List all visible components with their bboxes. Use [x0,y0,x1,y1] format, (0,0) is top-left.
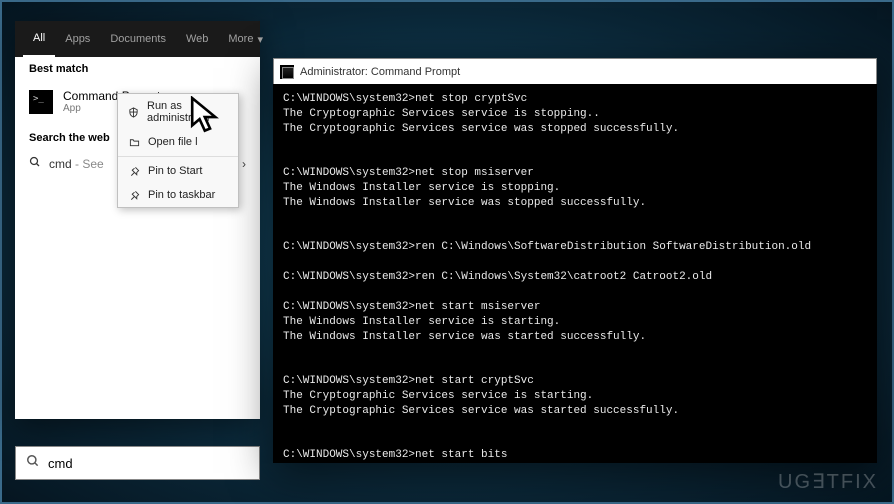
watermark: UG∃TFIX [778,469,878,494]
tab-web[interactable]: Web [176,21,218,57]
tab-more[interactable]: More ▾ [218,21,273,57]
folder-icon [128,137,140,148]
title-bar[interactable]: Administrator: Command Prompt [273,58,877,84]
ctx-label: Pin to taskbar [148,189,215,201]
start-search-panel: All Apps Documents Web More ▾ Best match… [15,21,260,419]
tab-all[interactable]: All [23,21,55,57]
ctx-pin-to-taskbar[interactable]: Pin to taskbar [118,183,238,207]
search-icon [29,156,41,171]
chevron-right-icon: › [242,157,246,171]
pin-icon [128,166,140,177]
command-prompt-window: Administrator: Command Prompt C:\WINDOWS… [273,58,877,463]
window-title: Administrator: Command Prompt [300,66,460,78]
pin-icon [128,190,140,201]
search-input[interactable] [48,456,249,471]
web-query: cmd [49,157,72,171]
command-prompt-icon [29,90,53,114]
ctx-label: Pin to Start [148,165,202,177]
chevron-down-icon: ▾ [257,33,263,46]
separator [118,156,238,157]
search-tabs: All Apps Documents Web More ▾ [15,21,260,57]
best-match-label: Best match [15,57,260,81]
cmd-icon [280,65,294,79]
tab-documents[interactable]: Documents [100,21,176,57]
web-suffix: - See [75,157,104,171]
panel-spacer [15,179,260,419]
ctx-pin-to-start[interactable]: Pin to Start [118,159,238,183]
shield-icon [128,107,139,118]
terminal-output[interactable]: C:\WINDOWS\system32>net stop cryptSvc Th… [273,84,877,471]
cursor-icon [188,96,230,143]
search-input-row[interactable] [15,446,260,480]
search-icon [26,454,40,473]
tab-apps[interactable]: Apps [55,21,100,57]
